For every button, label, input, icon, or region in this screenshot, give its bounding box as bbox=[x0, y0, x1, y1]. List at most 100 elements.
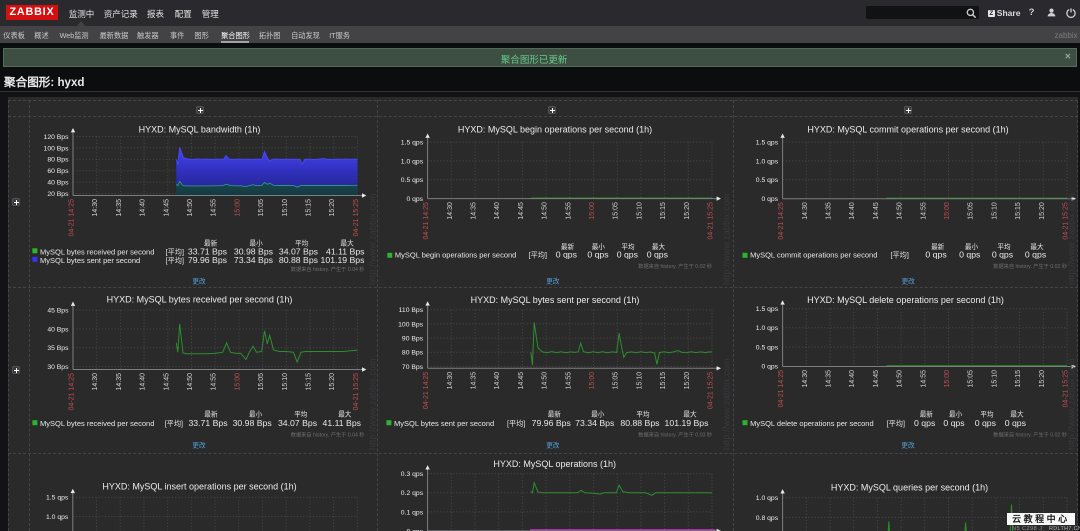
svg-text:15:05: 15:05 bbox=[613, 372, 620, 390]
svg-text:更改: 更改 bbox=[546, 277, 560, 286]
svg-text:14:35: 14:35 bbox=[471, 202, 478, 220]
svg-text:HYXD: MySQL begin operations p: HYXD: MySQL begin operations per second … bbox=[458, 125, 652, 135]
svg-text:15:20: 15:20 bbox=[329, 373, 336, 391]
svg-text:14:35: 14:35 bbox=[116, 199, 123, 217]
svg-text:04-21 15:25: 04-21 15:25 bbox=[353, 373, 360, 410]
svg-text:101.19 Bps: 101.19 Bps bbox=[321, 255, 366, 265]
svg-text:15:10: 15:10 bbox=[636, 372, 643, 390]
svg-text:15:15: 15:15 bbox=[1015, 202, 1022, 220]
svg-text:[平均]: [平均] bbox=[529, 251, 547, 260]
svg-text:HYXD: MySQL bytes received per: HYXD: MySQL bytes received per second (1… bbox=[107, 295, 293, 305]
svg-text:http://www.zabbix.com: http://www.zabbix.com bbox=[1067, 358, 1077, 450]
svg-text:HYXD: MySQL insert operations: HYXD: MySQL insert operations per second… bbox=[102, 481, 296, 491]
svg-text:04-21 14:25: 04-21 14:25 bbox=[423, 372, 430, 409]
svg-text:14:50: 14:50 bbox=[542, 372, 549, 390]
svg-text:14:55: 14:55 bbox=[565, 202, 572, 220]
svg-text:更改: 更改 bbox=[192, 277, 206, 286]
svg-text:45 Bps: 45 Bps bbox=[47, 307, 69, 314]
svg-text:15:10: 15:10 bbox=[991, 202, 998, 220]
svg-text:0 qps: 0 qps bbox=[761, 196, 778, 203]
svg-text:80 Bps: 80 Bps bbox=[402, 350, 424, 357]
svg-text:20 Bps: 20 Bps bbox=[47, 191, 69, 198]
svg-text:14:30: 14:30 bbox=[802, 370, 809, 388]
svg-text:更改: 更改 bbox=[901, 441, 915, 450]
svg-text:14:45: 14:45 bbox=[873, 202, 880, 220]
svg-text:14:40: 14:40 bbox=[494, 202, 501, 220]
svg-text:14:35: 14:35 bbox=[471, 372, 478, 390]
svg-text:更改: 更改 bbox=[546, 441, 560, 450]
svg-text:http://www.zabbix.com: http://www.zabbix.com bbox=[722, 358, 732, 450]
svg-text:0.5 qps: 0.5 qps bbox=[756, 177, 779, 184]
svg-text:73.34 Bps: 73.34 Bps bbox=[575, 418, 615, 428]
svg-text:100 Bps: 100 Bps bbox=[44, 145, 70, 152]
svg-text:0 qps: 0 qps bbox=[925, 250, 947, 260]
svg-text:0 qps: 0 qps bbox=[1025, 250, 1047, 260]
svg-text:HYXD: MySQL queries per second: HYXD: MySQL queries per second (1h) bbox=[831, 483, 988, 493]
svg-text:14:30: 14:30 bbox=[447, 372, 454, 390]
svg-text:30.98 Bps: 30.98 Bps bbox=[233, 418, 273, 428]
svg-text:[平均]: [平均] bbox=[166, 256, 184, 265]
svg-text:0.2 qps: 0.2 qps bbox=[401, 490, 424, 497]
svg-text:15:10: 15:10 bbox=[282, 199, 289, 217]
svg-text:79.96 Bps: 79.96 Bps bbox=[532, 418, 572, 428]
svg-text:110 Bps: 110 Bps bbox=[399, 307, 424, 314]
svg-text:04-21 14:25: 04-21 14:25 bbox=[69, 199, 76, 236]
svg-text:1.0 qps: 1.0 qps bbox=[46, 514, 69, 521]
svg-text:14:50: 14:50 bbox=[542, 202, 549, 220]
svg-text:数据来自 history. 产生于 0.02 秒: 数据来自 history. 产生于 0.02 秒 bbox=[993, 262, 1067, 270]
svg-text:33.71 Bps: 33.71 Bps bbox=[188, 418, 228, 428]
svg-text:100 Bps: 100 Bps bbox=[398, 321, 424, 328]
svg-text:15:15: 15:15 bbox=[306, 373, 313, 391]
svg-text:15:00: 15:00 bbox=[589, 202, 596, 220]
svg-text:14:35: 14:35 bbox=[116, 373, 123, 391]
svg-text:1.0 qps: 1.0 qps bbox=[401, 158, 424, 165]
svg-text:15:15: 15:15 bbox=[1015, 370, 1022, 388]
svg-text:1.5 qps: 1.5 qps bbox=[46, 495, 69, 502]
svg-text:15:10: 15:10 bbox=[636, 202, 643, 220]
svg-text:MySQL bytes received per secon: MySQL bytes received per second bbox=[40, 419, 154, 428]
svg-text:70 Bps: 70 Bps bbox=[402, 364, 424, 371]
svg-text:0 qps: 0 qps bbox=[647, 250, 669, 260]
svg-text:数据来自 history. 产生于 0.04 秒: 数据来自 history. 产生于 0.04 秒 bbox=[291, 431, 365, 439]
svg-text:更改: 更改 bbox=[192, 441, 206, 450]
svg-text:40 Bps: 40 Bps bbox=[47, 180, 69, 187]
svg-text:MySQL delete operations per se: MySQL delete operations per second bbox=[750, 419, 874, 428]
svg-text:HYXD: MySQL commit operations: HYXD: MySQL commit operations per second… bbox=[807, 125, 1008, 135]
svg-text:0.1 qps: 0.1 qps bbox=[401, 509, 424, 516]
svg-text:15:05: 15:05 bbox=[258, 199, 265, 217]
svg-text:04-21 14:25: 04-21 14:25 bbox=[778, 202, 785, 239]
svg-text:15:05: 15:05 bbox=[613, 202, 620, 220]
svg-text:14:50: 14:50 bbox=[187, 373, 194, 391]
svg-text:0 qps: 0 qps bbox=[406, 196, 423, 203]
svg-text:MySQL commit operations per se: MySQL commit operations per second bbox=[750, 251, 877, 260]
svg-text:更改: 更改 bbox=[902, 277, 916, 286]
svg-text:15:00: 15:00 bbox=[234, 199, 241, 217]
svg-text:14:40: 14:40 bbox=[849, 370, 856, 388]
svg-text:04-21 14:25: 04-21 14:25 bbox=[69, 373, 76, 410]
svg-text:HYXD: MySQL operations (1h): HYXD: MySQL operations (1h) bbox=[493, 459, 616, 469]
svg-text:0.8 qps: 0.8 qps bbox=[756, 515, 779, 522]
svg-text:HYXD: MySQL bytes sent per sec: HYXD: MySQL bytes sent per second (1h) bbox=[471, 295, 640, 305]
svg-text:http://www.zabbix.com: http://www.zabbix.com bbox=[368, 358, 378, 450]
svg-text:15:20: 15:20 bbox=[684, 202, 691, 220]
svg-text:[平均]: [平均] bbox=[891, 251, 909, 260]
svg-text:1.5 qps: 1.5 qps bbox=[756, 306, 779, 313]
svg-text:http://www.zabbix.com: http://www.zabbix.com bbox=[368, 193, 378, 285]
svg-text:90 Bps: 90 Bps bbox=[402, 336, 424, 343]
svg-text:04-21 15:25: 04-21 15:25 bbox=[353, 199, 360, 236]
svg-text:14:30: 14:30 bbox=[92, 373, 99, 391]
svg-text:14:40: 14:40 bbox=[494, 372, 501, 390]
svg-text:MySQL bytes sent per second: MySQL bytes sent per second bbox=[394, 419, 494, 428]
svg-text:0 qps: 0 qps bbox=[975, 418, 997, 428]
svg-text:15:05: 15:05 bbox=[968, 370, 975, 388]
svg-text:04-21 15:25: 04-21 15:25 bbox=[708, 202, 715, 239]
svg-text:14:30: 14:30 bbox=[447, 202, 454, 220]
svg-text:0.5 qps: 0.5 qps bbox=[756, 344, 779, 351]
svg-text:15:10: 15:10 bbox=[282, 373, 289, 391]
svg-text:0 qps: 0 qps bbox=[943, 418, 965, 428]
svg-text:数据来自 history. 产生于 0.02 秒: 数据来自 history. 产生于 0.02 秒 bbox=[638, 262, 712, 270]
svg-text:14:40: 14:40 bbox=[849, 202, 856, 220]
svg-text:15:20: 15:20 bbox=[684, 372, 691, 390]
svg-text:34.07 Bps: 34.07 Bps bbox=[278, 418, 318, 428]
svg-text:14:50: 14:50 bbox=[897, 370, 904, 388]
